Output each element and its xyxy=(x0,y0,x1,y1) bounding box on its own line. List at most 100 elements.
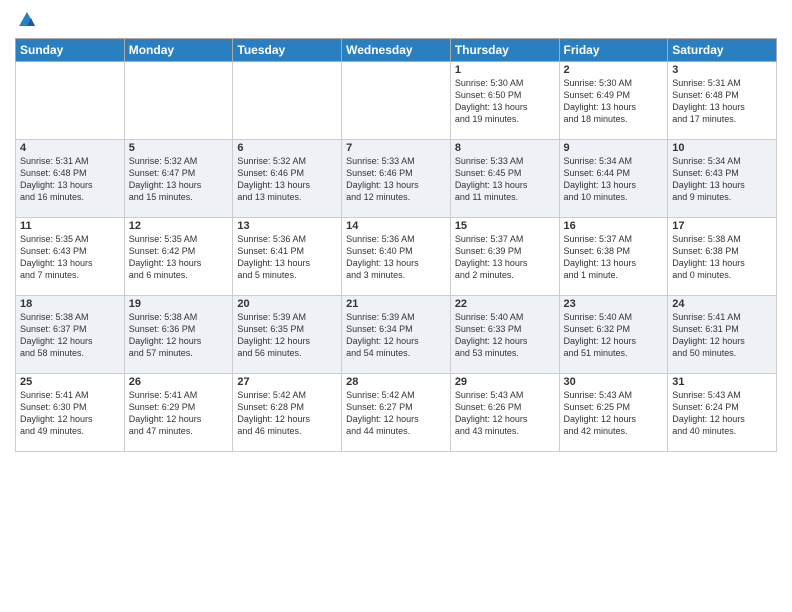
page-container: SundayMondayTuesdayWednesdayThursdayFrid… xyxy=(0,0,792,612)
calendar-cell: 31Sunrise: 5:43 AM Sunset: 6:24 PM Dayli… xyxy=(668,374,777,452)
day-number: 25 xyxy=(20,376,120,388)
day-number: 14 xyxy=(346,220,446,232)
day-info: Sunrise: 5:38 AM Sunset: 6:38 PM Dayligh… xyxy=(672,233,772,282)
day-info: Sunrise: 5:30 AM Sunset: 6:50 PM Dayligh… xyxy=(455,77,555,126)
calendar-cell: 24Sunrise: 5:41 AM Sunset: 6:31 PM Dayli… xyxy=(668,296,777,374)
weekday-header-thursday: Thursday xyxy=(450,39,559,62)
day-info: Sunrise: 5:41 AM Sunset: 6:31 PM Dayligh… xyxy=(672,311,772,360)
calendar-cell: 10Sunrise: 5:34 AM Sunset: 6:43 PM Dayli… xyxy=(668,140,777,218)
day-info: Sunrise: 5:37 AM Sunset: 6:39 PM Dayligh… xyxy=(455,233,555,282)
calendar-cell xyxy=(124,62,233,140)
day-number: 28 xyxy=(346,376,446,388)
day-number: 24 xyxy=(672,298,772,310)
calendar-cell xyxy=(16,62,125,140)
day-number: 31 xyxy=(672,376,772,388)
day-info: Sunrise: 5:33 AM Sunset: 6:46 PM Dayligh… xyxy=(346,155,446,204)
day-info: Sunrise: 5:41 AM Sunset: 6:30 PM Dayligh… xyxy=(20,389,120,438)
day-info: Sunrise: 5:40 AM Sunset: 6:33 PM Dayligh… xyxy=(455,311,555,360)
day-info: Sunrise: 5:38 AM Sunset: 6:36 PM Dayligh… xyxy=(129,311,229,360)
calendar-cell: 6Sunrise: 5:32 AM Sunset: 6:46 PM Daylig… xyxy=(233,140,342,218)
calendar-cell: 14Sunrise: 5:36 AM Sunset: 6:40 PM Dayli… xyxy=(342,218,451,296)
calendar-cell: 29Sunrise: 5:43 AM Sunset: 6:26 PM Dayli… xyxy=(450,374,559,452)
calendar-week-3: 11Sunrise: 5:35 AM Sunset: 6:43 PM Dayli… xyxy=(16,218,777,296)
day-number: 12 xyxy=(129,220,229,232)
calendar-cell: 3Sunrise: 5:31 AM Sunset: 6:48 PM Daylig… xyxy=(668,62,777,140)
day-info: Sunrise: 5:40 AM Sunset: 6:32 PM Dayligh… xyxy=(564,311,664,360)
weekday-header-row: SundayMondayTuesdayWednesdayThursdayFrid… xyxy=(16,39,777,62)
weekday-header-monday: Monday xyxy=(124,39,233,62)
calendar-cell: 19Sunrise: 5:38 AM Sunset: 6:36 PM Dayli… xyxy=(124,296,233,374)
calendar-cell: 13Sunrise: 5:36 AM Sunset: 6:41 PM Dayli… xyxy=(233,218,342,296)
day-info: Sunrise: 5:41 AM Sunset: 6:29 PM Dayligh… xyxy=(129,389,229,438)
day-number: 15 xyxy=(455,220,555,232)
day-number: 26 xyxy=(129,376,229,388)
day-number: 1 xyxy=(455,64,555,76)
calendar-cell: 30Sunrise: 5:43 AM Sunset: 6:25 PM Dayli… xyxy=(559,374,668,452)
day-number: 13 xyxy=(237,220,337,232)
day-info: Sunrise: 5:39 AM Sunset: 6:34 PM Dayligh… xyxy=(346,311,446,360)
calendar-cell: 11Sunrise: 5:35 AM Sunset: 6:43 PM Dayli… xyxy=(16,218,125,296)
day-info: Sunrise: 5:42 AM Sunset: 6:27 PM Dayligh… xyxy=(346,389,446,438)
calendar-cell xyxy=(342,62,451,140)
calendar-week-1: 1Sunrise: 5:30 AM Sunset: 6:50 PM Daylig… xyxy=(16,62,777,140)
day-info: Sunrise: 5:43 AM Sunset: 6:24 PM Dayligh… xyxy=(672,389,772,438)
day-number: 3 xyxy=(672,64,772,76)
calendar-cell: 9Sunrise: 5:34 AM Sunset: 6:44 PM Daylig… xyxy=(559,140,668,218)
day-number: 18 xyxy=(20,298,120,310)
header xyxy=(15,10,777,30)
calendar-week-2: 4Sunrise: 5:31 AM Sunset: 6:48 PM Daylig… xyxy=(16,140,777,218)
day-number: 20 xyxy=(237,298,337,310)
day-number: 11 xyxy=(20,220,120,232)
calendar-cell: 27Sunrise: 5:42 AM Sunset: 6:28 PM Dayli… xyxy=(233,374,342,452)
day-number: 30 xyxy=(564,376,664,388)
day-info: Sunrise: 5:31 AM Sunset: 6:48 PM Dayligh… xyxy=(672,77,772,126)
calendar-cell: 4Sunrise: 5:31 AM Sunset: 6:48 PM Daylig… xyxy=(16,140,125,218)
day-info: Sunrise: 5:43 AM Sunset: 6:26 PM Dayligh… xyxy=(455,389,555,438)
calendar-cell: 23Sunrise: 5:40 AM Sunset: 6:32 PM Dayli… xyxy=(559,296,668,374)
day-info: Sunrise: 5:33 AM Sunset: 6:45 PM Dayligh… xyxy=(455,155,555,204)
day-number: 9 xyxy=(564,142,664,154)
day-info: Sunrise: 5:32 AM Sunset: 6:46 PM Dayligh… xyxy=(237,155,337,204)
calendar-cell: 26Sunrise: 5:41 AM Sunset: 6:29 PM Dayli… xyxy=(124,374,233,452)
day-number: 21 xyxy=(346,298,446,310)
day-info: Sunrise: 5:30 AM Sunset: 6:49 PM Dayligh… xyxy=(564,77,664,126)
day-info: Sunrise: 5:31 AM Sunset: 6:48 PM Dayligh… xyxy=(20,155,120,204)
day-info: Sunrise: 5:35 AM Sunset: 6:42 PM Dayligh… xyxy=(129,233,229,282)
calendar-cell: 5Sunrise: 5:32 AM Sunset: 6:47 PM Daylig… xyxy=(124,140,233,218)
calendar-table: SundayMondayTuesdayWednesdayThursdayFrid… xyxy=(15,38,777,452)
day-info: Sunrise: 5:37 AM Sunset: 6:38 PM Dayligh… xyxy=(564,233,664,282)
day-number: 22 xyxy=(455,298,555,310)
calendar-cell: 1Sunrise: 5:30 AM Sunset: 6:50 PM Daylig… xyxy=(450,62,559,140)
logo xyxy=(15,10,37,30)
day-number: 29 xyxy=(455,376,555,388)
day-number: 17 xyxy=(672,220,772,232)
day-number: 27 xyxy=(237,376,337,388)
day-number: 2 xyxy=(564,64,664,76)
day-number: 5 xyxy=(129,142,229,154)
calendar-cell: 21Sunrise: 5:39 AM Sunset: 6:34 PM Dayli… xyxy=(342,296,451,374)
day-number: 4 xyxy=(20,142,120,154)
day-number: 6 xyxy=(237,142,337,154)
calendar-cell: 20Sunrise: 5:39 AM Sunset: 6:35 PM Dayli… xyxy=(233,296,342,374)
day-info: Sunrise: 5:36 AM Sunset: 6:41 PM Dayligh… xyxy=(237,233,337,282)
calendar-cell: 18Sunrise: 5:38 AM Sunset: 6:37 PM Dayli… xyxy=(16,296,125,374)
day-number: 19 xyxy=(129,298,229,310)
weekday-header-friday: Friday xyxy=(559,39,668,62)
calendar-cell xyxy=(233,62,342,140)
calendar-cell: 12Sunrise: 5:35 AM Sunset: 6:42 PM Dayli… xyxy=(124,218,233,296)
calendar-cell: 2Sunrise: 5:30 AM Sunset: 6:49 PM Daylig… xyxy=(559,62,668,140)
weekday-header-wednesday: Wednesday xyxy=(342,39,451,62)
day-info: Sunrise: 5:35 AM Sunset: 6:43 PM Dayligh… xyxy=(20,233,120,282)
calendar-cell: 7Sunrise: 5:33 AM Sunset: 6:46 PM Daylig… xyxy=(342,140,451,218)
calendar-cell: 28Sunrise: 5:42 AM Sunset: 6:27 PM Dayli… xyxy=(342,374,451,452)
calendar-week-4: 18Sunrise: 5:38 AM Sunset: 6:37 PM Dayli… xyxy=(16,296,777,374)
day-info: Sunrise: 5:34 AM Sunset: 6:43 PM Dayligh… xyxy=(672,155,772,204)
calendar-week-5: 25Sunrise: 5:41 AM Sunset: 6:30 PM Dayli… xyxy=(16,374,777,452)
calendar-cell: 15Sunrise: 5:37 AM Sunset: 6:39 PM Dayli… xyxy=(450,218,559,296)
logo-icon xyxy=(17,10,37,30)
calendar-cell: 16Sunrise: 5:37 AM Sunset: 6:38 PM Dayli… xyxy=(559,218,668,296)
day-number: 8 xyxy=(455,142,555,154)
day-info: Sunrise: 5:42 AM Sunset: 6:28 PM Dayligh… xyxy=(237,389,337,438)
calendar-cell: 8Sunrise: 5:33 AM Sunset: 6:45 PM Daylig… xyxy=(450,140,559,218)
day-info: Sunrise: 5:39 AM Sunset: 6:35 PM Dayligh… xyxy=(237,311,337,360)
